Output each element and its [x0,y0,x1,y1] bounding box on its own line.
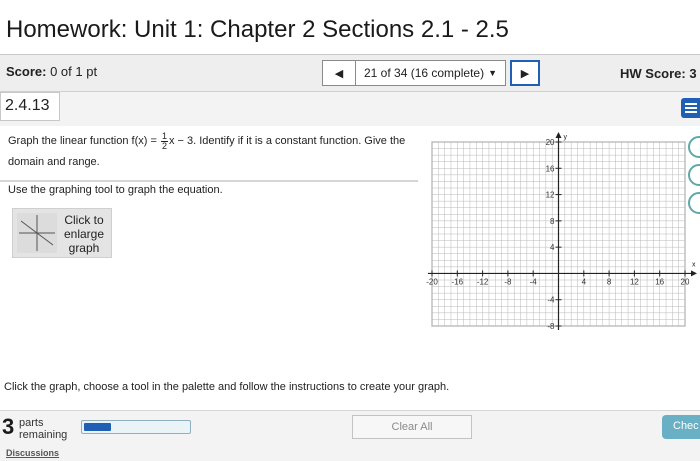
score-value: 0 of 1 pt [50,64,98,79]
question-text-part2: x − 3. Identify if it is a constant func… [168,135,406,147]
menu-icon[interactable] [681,98,700,118]
question-text: Graph the linear function f(x) = 12x − 3… [8,131,413,173]
palette-tab[interactable] [688,136,700,158]
fraction-denominator: 2 [161,140,167,151]
x-tick-label: 8 [607,277,612,286]
y-tick-label: 8 [550,217,555,226]
parts-remaining-label: parts remaining [19,417,67,441]
enlarge-label: Click to enlarge graph [63,213,105,255]
graph-instructions: Click the graph, choose a tool in the pa… [4,381,450,393]
y-tick-label: -4 [547,296,555,305]
question-select-dropdown[interactable]: 21 of 34 (16 complete) ▼ [356,60,506,86]
clear-all-button[interactable]: Clear All [352,415,472,439]
progress-fill [84,423,111,431]
previous-question-button[interactable]: ◀ [322,60,356,86]
discussions-link[interactable]: Discussions [6,448,59,458]
y-tick-label: 20 [546,138,555,147]
title-bar: Homework: Unit 1: Chapter 2 Sections 2.1… [0,0,700,55]
triangle-right-icon: ▶ [520,67,530,80]
coordinate-graph[interactable]: x y -20 -16 -12 -8 -4 4 8 12 16 20 20 16 12 8 4 -4 -8 [420,130,700,330]
triangle-down-icon: ▼ [488,68,497,78]
bottom-bar: 3 parts remaining Clear All Chec Discuss… [0,410,700,461]
parts-label-line2: remaining [19,429,68,441]
x-axis-arrow [691,270,697,277]
y-axis-arrow [555,132,562,138]
question-text-line2: domain and range. [8,156,100,168]
tool-palette-tabs [688,136,700,220]
score-bar: Score: 0 of 1 pt ◀ 21 of 34 (16 complete… [0,55,700,92]
score-display: Score: 0 of 1 pt [6,64,97,79]
check-answer-button[interactable]: Chec [662,415,700,439]
palette-tab[interactable] [688,192,700,214]
question-position: 21 of 34 (16 complete) [364,66,485,80]
fraction: 12 [160,131,168,151]
x-tick-label: -20 [426,277,438,286]
palette-tab[interactable] [688,164,700,186]
y-tick-label: -8 [547,322,555,330]
x-tick-label: 4 [582,277,587,286]
progress-bar [81,420,191,434]
page-title: Homework: Unit 1: Chapter 2 Sections 2.1… [6,16,509,43]
x-tick-label: 12 [630,277,639,286]
parts-remaining-count: 3 [2,414,15,439]
x-tick-label: -4 [530,277,538,286]
enlarge-graph-button[interactable]: Click to enlarge graph [12,208,112,258]
y-axis-label: y [564,134,568,141]
x-tick-label: 20 [681,277,690,286]
y-tick-label: 16 [546,164,555,173]
question-divider [0,180,418,182]
score-label: Score: [6,64,47,79]
next-question-button[interactable]: ▶ [510,60,540,86]
question-number-bar: 2.4.13 [0,92,700,126]
x-tick-label: 16 [655,277,664,286]
x-tick-label: -8 [504,277,512,286]
y-tick-label: 4 [550,243,555,252]
graph-instruction: Use the graphing tool to graph the equat… [8,184,223,196]
graph-thumbnail-icon [17,213,57,253]
y-tick-label: 12 [546,191,555,200]
hw-score: HW Score: 3 [620,66,697,81]
question-number: 2.4.13 [0,92,60,121]
triangle-left-icon: ◀ [334,67,344,80]
parts-label-line1: parts [19,417,44,429]
x-tick-label: -12 [477,277,489,286]
x-axis-label: x [692,261,696,268]
question-navigator: ◀ 21 of 34 (16 complete) ▼ ▶ [322,60,540,86]
x-tick-label: -16 [452,277,464,286]
question-text-part1: Graph the linear function f(x) = [8,135,160,147]
